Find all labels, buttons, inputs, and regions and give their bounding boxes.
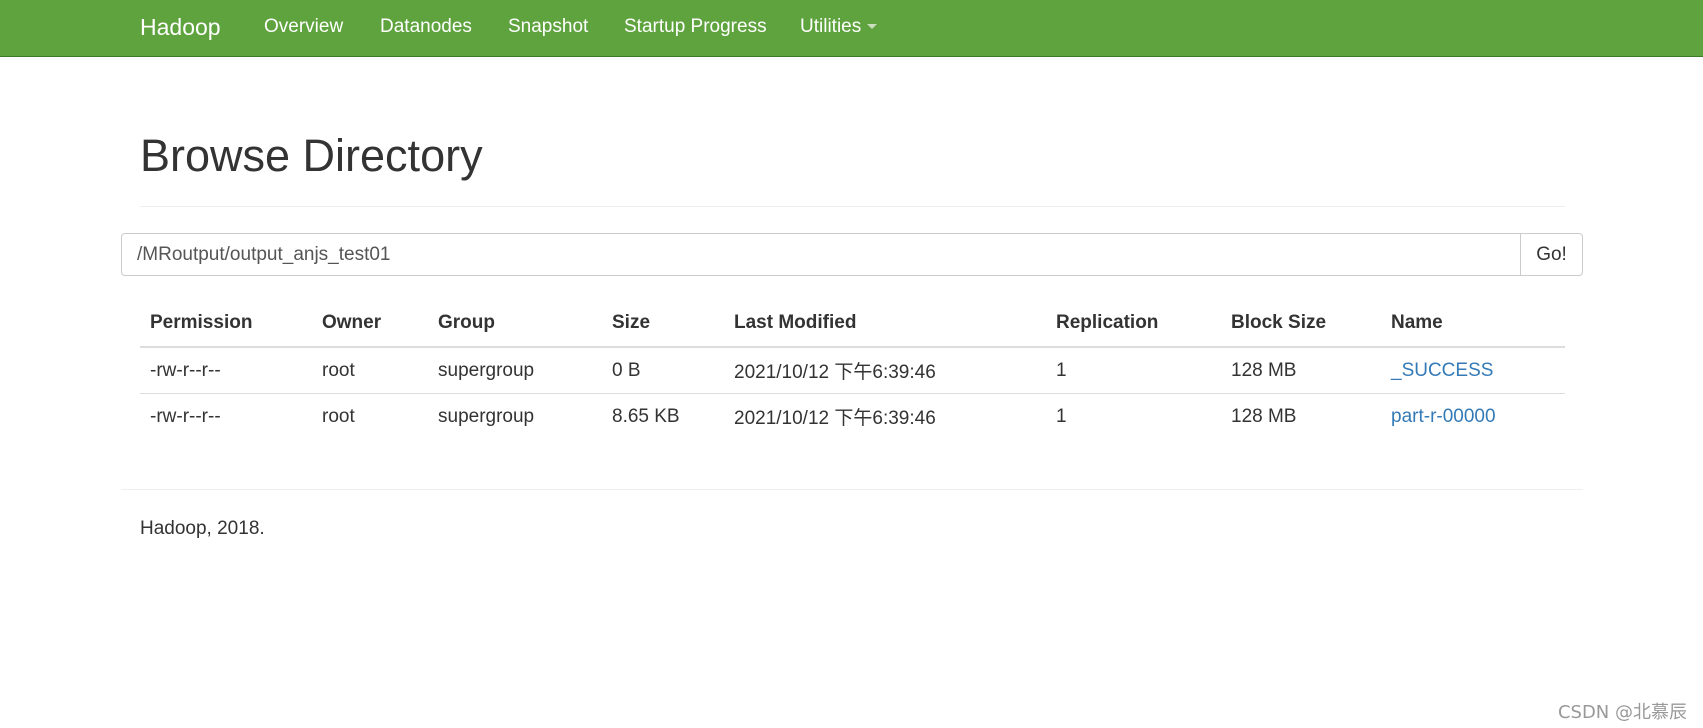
cell-block-size: 128 MB — [1221, 347, 1381, 394]
nav-item-utilities-label: Utilities — [800, 16, 862, 37]
table-row: -rw-r--r-- root supergroup 8.65 KB 2021/… — [140, 394, 1565, 440]
go-button[interactable]: Go! — [1520, 233, 1583, 276]
nav-item-datanodes[interactable]: Datanodes — [380, 16, 472, 38]
cell-size: 0 B — [602, 347, 724, 394]
footer-text: Hadoop, 2018. — [140, 518, 265, 539]
column-header-replication[interactable]: Replication — [1046, 300, 1221, 348]
column-header-block-size[interactable]: Block Size — [1221, 300, 1381, 348]
cell-permission: -rw-r--r-- — [140, 347, 312, 394]
cell-group: supergroup — [438, 405, 535, 427]
nav-item-snapshot[interactable]: Snapshot — [508, 16, 588, 38]
cell-name: _SUCCESS — [1381, 347, 1565, 394]
column-header-group[interactable]: Group — [428, 300, 602, 348]
cell-last-modified: 2021/10/12 下午6:39:46 — [724, 347, 1046, 394]
cell-size: 8.65 KB — [612, 405, 680, 427]
cell-name: part-r-00000 — [1381, 394, 1565, 440]
column-header-size[interactable]: Size — [602, 300, 724, 348]
brand-link[interactable]: Hadoop — [140, 14, 221, 41]
column-header-name[interactable]: Name — [1381, 300, 1565, 348]
footer-divider — [121, 489, 1583, 490]
column-header-permission[interactable]: Permission — [140, 300, 312, 348]
cell-permission: -rw-r--r-- — [150, 405, 221, 427]
directory-listing-table: Permission Owner Group Size Last Modifie… — [140, 300, 1565, 439]
title-divider — [140, 206, 1565, 207]
file-link-success[interactable]: _SUCCESS — [1391, 360, 1493, 381]
nav-item-overview[interactable]: Overview — [264, 16, 343, 38]
column-header-owner[interactable]: Owner — [312, 300, 428, 348]
cell-owner: root — [312, 347, 428, 394]
cell-replication: 1 — [1046, 347, 1221, 394]
top-navbar: Hadoop Overview Datanodes Snapshot Start… — [0, 0, 1703, 57]
cell-replication: 1 — [1056, 405, 1067, 427]
nav-item-utilities[interactable]: Utilities — [800, 16, 878, 38]
path-search-group: Go! — [121, 233, 1583, 276]
page-title: Browse Directory — [140, 130, 483, 181]
table-header-row: Permission Owner Group Size Last Modifie… — [140, 300, 1565, 348]
nav-item-startup-progress[interactable]: Startup Progress — [624, 16, 767, 38]
cell-last-modified: 2021/10/12 下午6:39:46 — [734, 408, 936, 429]
caret-down-icon — [867, 24, 878, 30]
csdn-watermark: CSDN @北慕辰 — [1557, 702, 1687, 723]
cell-block-size: 128 MB — [1231, 405, 1297, 427]
column-header-last-modified[interactable]: Last Modified — [724, 300, 1046, 348]
cell-group: supergroup — [428, 347, 602, 394]
directory-path-input[interactable] — [121, 233, 1521, 276]
file-link-part-r-00000[interactable]: part-r-00000 — [1391, 406, 1496, 427]
cell-owner: root — [322, 405, 355, 427]
table-row: -rw-r--r-- root supergroup 0 B 2021/10/1… — [140, 347, 1565, 394]
